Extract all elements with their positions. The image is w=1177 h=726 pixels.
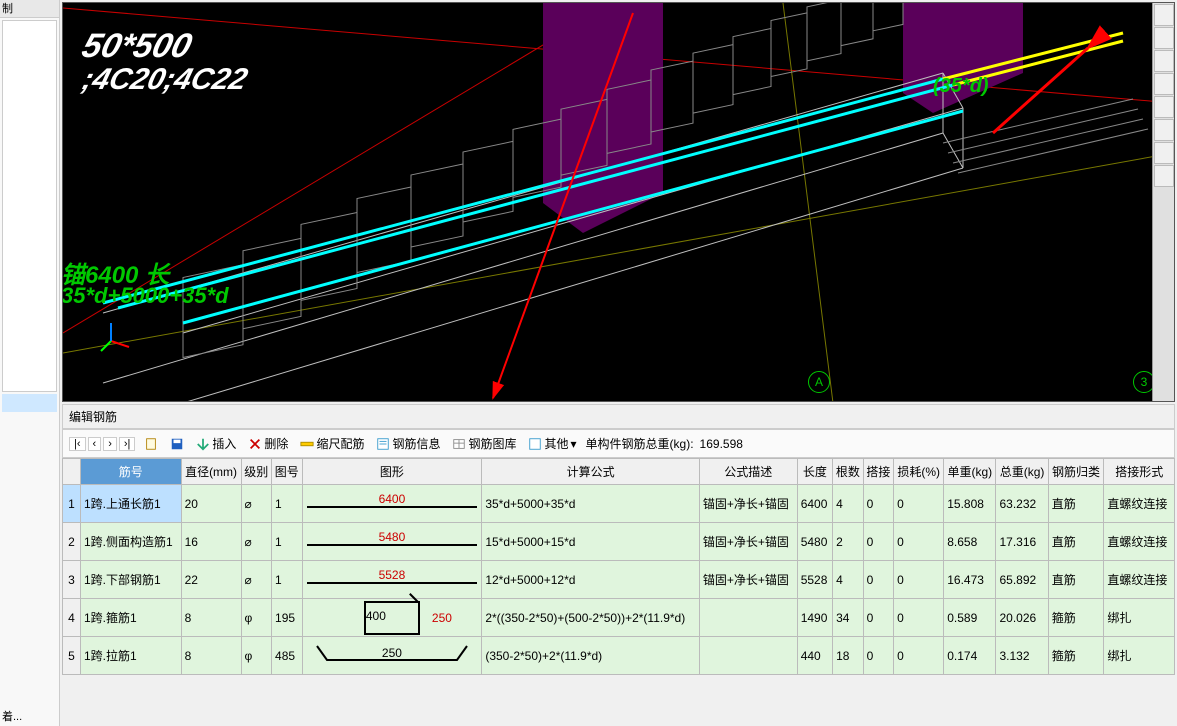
vp-btn-4[interactable]	[1154, 73, 1174, 95]
table-row[interactable]: 51跨.拉筋18φ485250(350-2*50)+2*(11.9*d)4401…	[63, 637, 1175, 675]
shape-cell[interactable]: 250	[302, 637, 482, 675]
scale-button[interactable]: 缩尺配筋	[297, 434, 367, 453]
vp-btn-2[interactable]	[1154, 27, 1174, 49]
shape-cell[interactable]: 5528	[302, 561, 482, 599]
col-14[interactable]: 钢筋归类	[1048, 459, 1104, 485]
col-4[interactable]: 图号	[272, 459, 303, 485]
nav-last[interactable]: ›|	[119, 437, 136, 451]
nav-prev[interactable]: ‹	[88, 437, 102, 451]
col-3[interactable]: 级别	[241, 459, 272, 485]
vp-btn-7[interactable]	[1154, 142, 1174, 164]
col-2[interactable]: 直径(mm)	[181, 459, 241, 485]
rebar-table-container: 筋号直径(mm)级别图号图形计算公式公式描述长度根数搭接损耗(%)单重(kg)总…	[62, 458, 1175, 675]
vp-btn-8[interactable]	[1154, 165, 1174, 187]
col-10[interactable]: 搭接	[863, 459, 894, 485]
weight-value: 169.598	[700, 437, 743, 451]
col-6[interactable]: 计算公式	[482, 459, 700, 485]
table-row[interactable]: 21跨.侧面构造筋116⌀1548015*d+5000+15*d锚固+净长+锚固…	[63, 523, 1175, 561]
shape-cell[interactable]: 400250	[302, 599, 482, 637]
left-bottom-label: 着...	[2, 708, 22, 724]
left-blank	[2, 20, 57, 392]
nav-buttons: |‹ ‹ › ›|	[69, 437, 135, 451]
other-dropdown[interactable]: 其他 ▾	[525, 434, 579, 453]
shape-cell[interactable]: 6400	[302, 485, 482, 523]
vp-btn-1[interactable]	[1154, 4, 1174, 26]
panel-title: 编辑钢筋	[62, 404, 1175, 429]
table-row[interactable]: 41跨.箍筋18φ1954002502*((350-2*50)+(500-2*5…	[63, 599, 1175, 637]
delete-button[interactable]: 删除	[245, 434, 291, 453]
dim-label: 50*500	[78, 27, 196, 66]
nav-next[interactable]: ›	[103, 437, 117, 451]
lib-button[interactable]: 钢筋图库	[449, 434, 519, 453]
vp-btn-3[interactable]	[1154, 50, 1174, 72]
axis-a: A	[808, 371, 830, 393]
paste-icon[interactable]	[141, 436, 161, 452]
col-15[interactable]: 搭接形式	[1104, 459, 1175, 485]
info-button[interactable]: 钢筋信息	[373, 434, 443, 453]
shape-cell[interactable]: 5480	[302, 523, 482, 561]
vp-btn-6[interactable]	[1154, 119, 1174, 141]
table-row[interactable]: 11跨.上通长筋120⌀1640035*d+5000+35*d锚固+净长+锚固6…	[63, 485, 1175, 523]
col-1[interactable]: 筋号	[81, 459, 182, 485]
col-8[interactable]: 长度	[797, 459, 832, 485]
toolbar: |‹ ‹ › ›| 插入 删除 缩尺配筋 钢筋信息 钢筋图库 其他 ▾ 单构件钢…	[62, 429, 1175, 458]
col-0[interactable]	[63, 459, 81, 485]
table-row[interactable]: 31跨.下部钢筋122⌀1552812*d+5000+12*d锚固+净长+锚固5…	[63, 561, 1175, 599]
col-9[interactable]: 根数	[833, 459, 864, 485]
rebar-label: ;4C20;4C22	[78, 63, 251, 97]
col-11[interactable]: 损耗(%)	[894, 459, 944, 485]
viewport-toolbar	[1152, 3, 1174, 402]
col-5[interactable]: 图形	[302, 459, 482, 485]
insert-button[interactable]: 插入	[193, 434, 239, 453]
left-sidebar: 制 着...	[0, 0, 60, 726]
left-top-label: 制	[0, 0, 59, 18]
3d-viewport[interactable]: 50*500 ;4C20;4C22 锚6400 长 35*d+5000+35*d…	[62, 2, 1175, 402]
left-highlight[interactable]	[2, 394, 57, 412]
vp-btn-5[interactable]	[1154, 96, 1174, 118]
nav-first[interactable]: |‹	[69, 437, 86, 451]
col-13[interactable]: 总重(kg)	[996, 459, 1048, 485]
formula-label: 35*d+5000+35*d	[62, 283, 229, 309]
save-icon[interactable]	[167, 436, 187, 452]
col-7[interactable]: 公式描述	[699, 459, 797, 485]
col-12[interactable]: 单重(kg)	[944, 459, 996, 485]
rebar-table: 筋号直径(mm)级别图号图形计算公式公式描述长度根数搭接损耗(%)单重(kg)总…	[62, 458, 1175, 675]
weight-label: 单构件钢筋总重(kg):	[586, 435, 694, 452]
annot-label: (35*d)	[933, 75, 989, 98]
